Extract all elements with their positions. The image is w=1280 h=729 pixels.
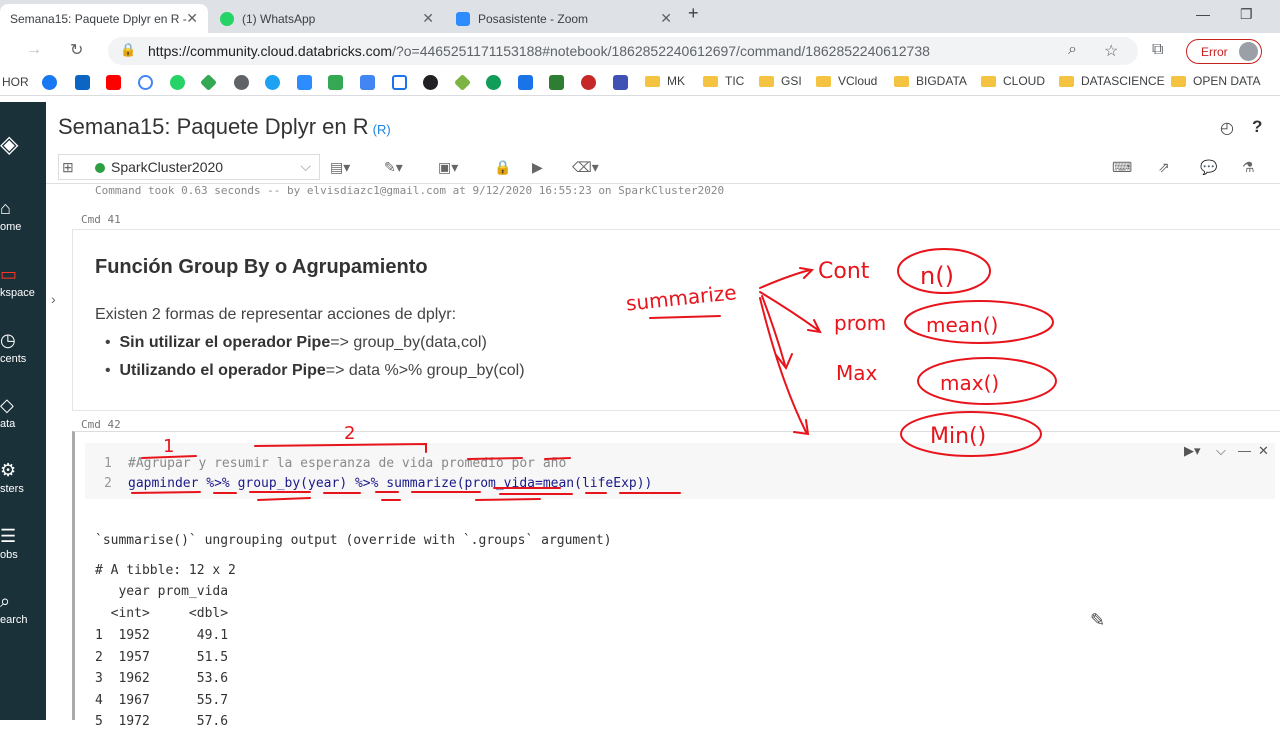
ink-underline: [493, 487, 573, 495]
ink-underline: [544, 457, 571, 460]
ink-number-2: 2: [344, 423, 355, 444]
ink-text-prom: prom: [834, 311, 886, 335]
ink-text-cont: Cont: [818, 259, 870, 284]
ink-arrow-cont: [759, 267, 815, 289]
ink-text-summarize: summarize: [625, 280, 738, 315]
ink-arrow-prom: [759, 291, 822, 334]
ink-bracket: [254, 442, 427, 453]
ink-text-min: Min(): [930, 424, 986, 449]
ink-underline: [257, 497, 541, 501]
ink-underline: [467, 457, 523, 460]
ink-text-mean: mean(): [926, 313, 998, 337]
ink-underline: [649, 315, 721, 319]
ink-annotations: summarize Cont prom Max n() mean() max()…: [131, 248, 1057, 501]
ink-text-max: Max: [836, 361, 878, 385]
ink-text-n: n(): [920, 262, 954, 290]
ink-text-maxf: max(): [940, 371, 999, 395]
ink-underline: [131, 491, 201, 494]
ink-number-1: 1: [163, 436, 174, 457]
